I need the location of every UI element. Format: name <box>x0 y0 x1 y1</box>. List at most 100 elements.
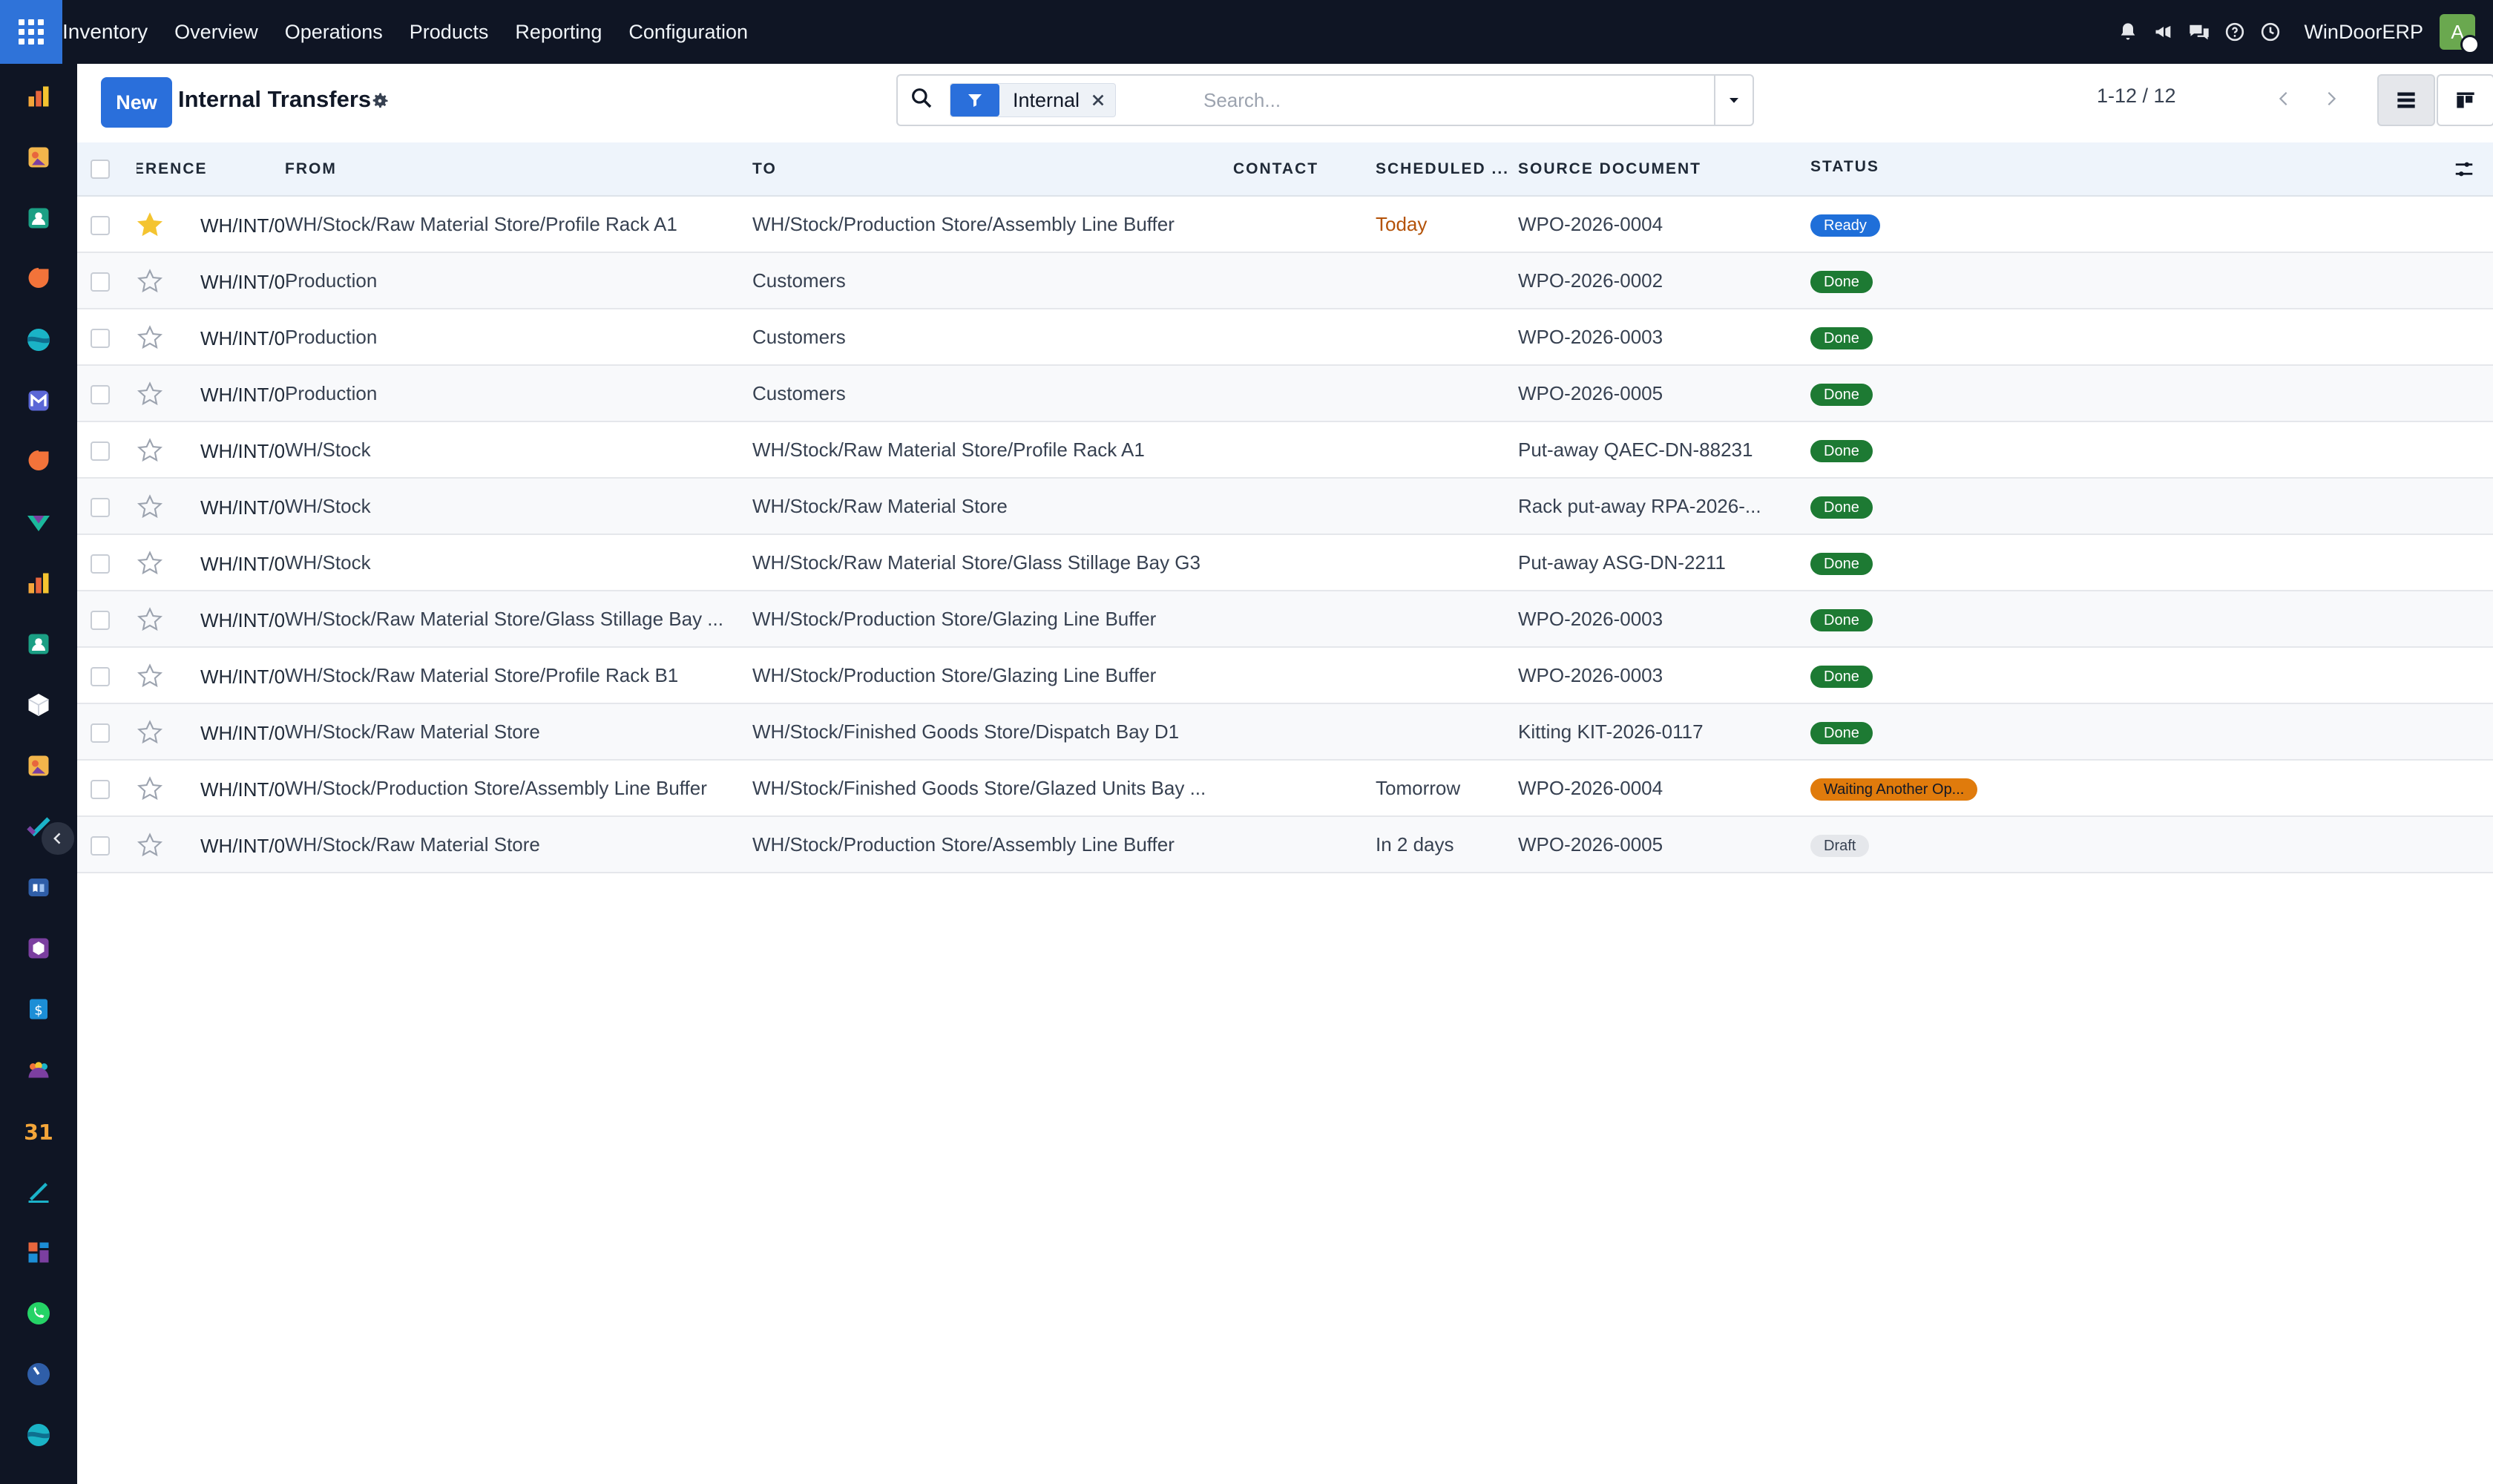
live-chat-app-icon[interactable] <box>22 445 55 478</box>
pager-value[interactable]: 1-12 / 12 <box>2097 85 2176 108</box>
select-all-checkbox[interactable] <box>91 159 110 179</box>
close-icon[interactable] <box>1087 89 1109 111</box>
reference-cell[interactable]: WH/INT/00... <box>137 365 285 421</box>
row-checkbox[interactable] <box>91 779 110 799</box>
star-icon[interactable] <box>137 719 163 746</box>
row-checkbox[interactable] <box>91 272 110 292</box>
team-app-icon[interactable] <box>22 1054 55 1086</box>
reference-cell[interactable]: WH/INT/00... <box>137 534 285 591</box>
time-app-icon[interactable] <box>22 1358 55 1391</box>
header-scheduled[interactable]: SCHEDULED ... <box>1376 142 1518 196</box>
reference-cell[interactable]: WH/INT/00... <box>137 703 285 760</box>
star-icon[interactable] <box>137 324 163 351</box>
row-checkbox[interactable] <box>91 666 110 686</box>
optional-columns-icon[interactable] <box>2453 158 2475 180</box>
table-row[interactable]: WH/INT/00... WH/Stock/Raw Material Store… <box>77 196 2493 252</box>
reference-cell[interactable]: WH/INT/00... <box>137 816 285 873</box>
sidebar-collapse-button[interactable] <box>42 822 74 855</box>
reference-cell[interactable]: WH/INT/00... <box>137 421 285 478</box>
reference-cell[interactable]: WH/INT/00... <box>137 252 285 309</box>
header-source-document[interactable]: SOURCE DOCUMENT <box>1518 142 1810 196</box>
reference-cell[interactable]: WH/INT/00... <box>137 309 285 365</box>
table-row[interactable]: WH/INT/00... WH/Stock/Raw Material Store… <box>77 591 2493 647</box>
row-checkbox[interactable] <box>91 328 110 348</box>
pager-next-button[interactable] <box>2310 74 2352 123</box>
kanban-view-button[interactable] <box>2437 74 2493 126</box>
star-icon[interactable] <box>137 832 163 858</box>
header-to[interactable]: TO <box>752 142 1233 196</box>
reference-cell[interactable]: WH/INT/00... <box>137 591 285 647</box>
table-row[interactable]: WH/INT/00... Production Customers WPO-20… <box>77 365 2493 421</box>
star-icon[interactable] <box>137 268 163 295</box>
email-marketing-app-icon[interactable] <box>22 384 55 417</box>
invoicing-app-icon[interactable]: $ <box>22 993 55 1025</box>
company-switcher[interactable]: WinDoorERP <box>2304 21 2423 44</box>
megaphone-icon[interactable] <box>2152 21 2175 43</box>
star-icon[interactable] <box>137 775 163 802</box>
bell-icon[interactable] <box>2117 21 2139 43</box>
star-icon[interactable] <box>137 211 163 238</box>
row-checkbox[interactable] <box>91 723 110 743</box>
row-checkbox[interactable] <box>91 610 110 630</box>
star-icon[interactable] <box>137 663 163 689</box>
header-from[interactable]: FROM <box>285 142 752 196</box>
knowledge-app-icon[interactable] <box>22 871 55 904</box>
search-options-toggle[interactable] <box>1714 76 1753 125</box>
product-app-icon[interactable] <box>22 689 55 721</box>
star-icon[interactable] <box>137 550 163 577</box>
star-icon[interactable] <box>137 437 163 464</box>
header-reference[interactable]: REFERENCE <box>137 142 285 196</box>
menu-item-configuration[interactable]: Configuration <box>628 21 748 44</box>
reference-cell[interactable]: WH/INT/00... <box>137 647 285 703</box>
menu-item-products[interactable]: Products <box>410 21 489 44</box>
table-row[interactable]: WH/INT/00... WH/Stock/Raw Material Store… <box>77 703 2493 760</box>
chat-icon[interactable] <box>2188 21 2210 43</box>
help-icon[interactable] <box>2224 21 2246 43</box>
star-icon[interactable] <box>137 493 163 520</box>
contacts-app-icon[interactable] <box>22 202 55 234</box>
menu-item-reporting[interactable]: Reporting <box>515 21 602 44</box>
table-row[interactable]: WH/INT/00... WH/Stock/Raw Material Store… <box>77 816 2493 873</box>
row-checkbox[interactable] <box>91 384 110 404</box>
star-icon[interactable] <box>137 381 163 407</box>
gear-icon[interactable] <box>369 91 392 113</box>
employees-app-icon[interactable] <box>22 628 55 660</box>
clock-icon[interactable] <box>2259 21 2282 43</box>
dashboard-app-icon[interactable] <box>22 1236 55 1269</box>
search-input[interactable] <box>1202 85 1680 116</box>
row-checkbox[interactable] <box>91 441 110 461</box>
pager-previous-button[interactable] <box>2263 74 2305 123</box>
studio-app-icon[interactable] <box>22 506 55 539</box>
header-status[interactable]: STATUS <box>1810 142 2493 196</box>
whatsapp-app-icon[interactable] <box>22 1297 55 1330</box>
sign-app-icon[interactable] <box>22 1175 55 1208</box>
star-icon[interactable] <box>137 606 163 633</box>
menu-brand[interactable]: Inventory <box>62 20 148 44</box>
menu-item-operations[interactable]: Operations <box>285 21 383 44</box>
table-row[interactable]: WH/INT/00... WH/Stock WH/Stock/Raw Mater… <box>77 534 2493 591</box>
reference-cell[interactable]: WH/INT/00... <box>137 196 285 252</box>
painting-app-icon[interactable] <box>22 141 55 174</box>
row-checkbox[interactable] <box>91 215 110 235</box>
reference-cell[interactable]: WH/INT/00... <box>137 478 285 534</box>
list-view-button[interactable] <box>2377 74 2435 126</box>
app-menu-icon[interactable] <box>0 0 62 64</box>
discuss-app-icon[interactable] <box>22 263 55 295</box>
table-row[interactable]: WH/INT/00... WH/Stock/Production Store/A… <box>77 760 2493 816</box>
table-row[interactable]: WH/INT/00... Production Customers WPO-20… <box>77 252 2493 309</box>
website-app-icon[interactable] <box>22 324 55 356</box>
calendar-app-icon[interactable]: 31 <box>22 1114 55 1147</box>
row-checkbox[interactable] <box>91 835 110 856</box>
user-avatar[interactable]: A <box>2440 14 2480 54</box>
new-button[interactable]: New <box>101 77 172 128</box>
helpdesk-app-icon[interactable] <box>22 1419 55 1451</box>
search-icon[interactable] <box>910 86 936 113</box>
package-app-icon[interactable] <box>22 932 55 965</box>
table-row[interactable]: WH/INT/00... Production Customers WPO-20… <box>77 309 2493 365</box>
menu-item-overview[interactable]: Overview <box>174 21 258 44</box>
table-row[interactable]: WH/INT/00... WH/Stock/Raw Material Store… <box>77 647 2493 703</box>
reporting-app-icon[interactable] <box>22 567 55 600</box>
art-app-icon[interactable] <box>22 749 55 782</box>
row-checkbox[interactable] <box>91 497 110 517</box>
table-row[interactable]: WH/INT/00... WH/Stock WH/Stock/Raw Mater… <box>77 421 2493 478</box>
